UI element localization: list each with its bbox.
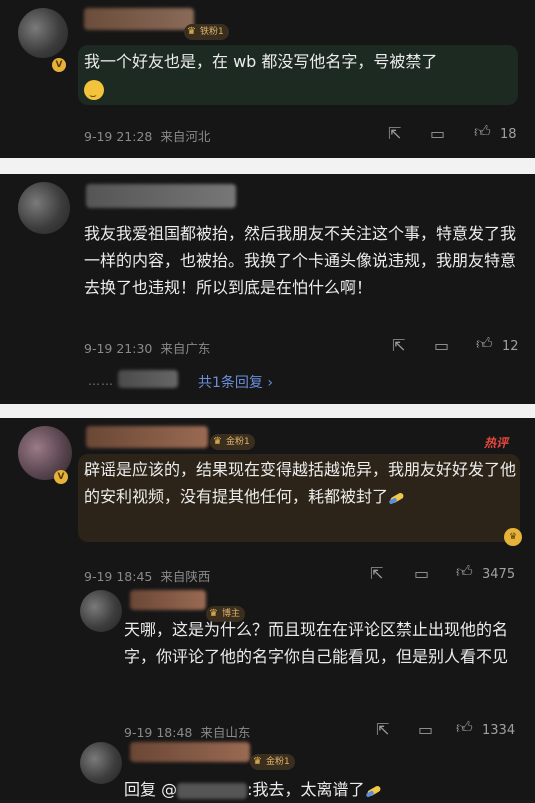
location: 来自广东: [160, 341, 211, 356]
fan-badge: 金粉1: [250, 754, 295, 770]
like-count: 3475: [482, 567, 516, 582]
reply-username-blurred[interactable]: [130, 742, 250, 762]
share-icon[interactable]: ⇱: [376, 720, 389, 739]
comment-text-content: 我一个好友也是，在 wb 都没写他名字，号被禁了: [84, 52, 438, 71]
comment-card-3: V 金粉1 热评 辟谣是应该的，结果现在变得越括越诡异，我朋友好好发了他的安利视…: [0, 418, 535, 800]
like-count: 18: [500, 127, 517, 142]
thumbs-up-icon[interactable]: 👍︎: [476, 334, 493, 354]
comment-icon[interactable]: ▭: [418, 720, 433, 739]
timestamp: 9-19 18:45: [84, 569, 153, 584]
thumbs-up-icon[interactable]: 👍︎: [456, 718, 473, 738]
comment-card-2: 我友我爱祖国都被抬，然后我朋友不关注这个事，特意发了我一样的内容，也被抬。我换了…: [0, 174, 535, 404]
comment-card-1: V 铁粉1 我一个好友也是，在 wb 都没写他名字，号被禁了 9-19 21:2…: [0, 0, 535, 158]
share-icon[interactable]: ⇱: [370, 564, 383, 583]
view-replies-link[interactable]: 共1条回复 ›: [198, 372, 273, 392]
reply-meta: 9-19 18:48 来自山东: [124, 722, 250, 741]
comment-meta: 9-19 21:28 来自河北: [84, 126, 210, 145]
location: 来自山东: [200, 725, 251, 740]
comment-text: 辟谣是应该的，结果现在变得越括越诡异，我朋友好好发了他的安利视频，没有提其他任何…: [84, 456, 518, 510]
thumbs-up-icon[interactable]: 👍︎: [456, 562, 473, 582]
reply-prefix: 回复 @: [124, 780, 178, 799]
divider: [0, 158, 535, 174]
comment-icon[interactable]: ▭: [414, 564, 429, 583]
reply-content: :我去，太离谱了: [247, 780, 365, 799]
share-icon[interactable]: ⇱: [392, 336, 405, 355]
reply-avatar[interactable]: [80, 742, 122, 784]
reply-text: 回复 @ :我去，太离谱了: [124, 776, 524, 803]
verified-badge-icon: V: [54, 470, 68, 484]
mentioned-user-blurred[interactable]: [177, 782, 248, 799]
comment-meta: 9-19 21:30 来自广东: [84, 338, 210, 357]
thumbs-up-icon[interactable]: 👍︎: [474, 122, 491, 142]
divider: [0, 404, 535, 418]
fan-badge: 金粉1: [210, 434, 255, 450]
username-blurred[interactable]: [86, 184, 236, 208]
replier-blurred: [118, 370, 178, 388]
comment-icon[interactable]: ▭: [434, 336, 449, 355]
comment-text: 我友我爱祖国都被抬，然后我朋友不关注这个事，特意发了我一样的内容，也被抬。我换了…: [84, 224, 517, 297]
location: 来自河北: [160, 129, 211, 144]
rocket-emoji-icon: [388, 491, 406, 505]
timestamp: 9-19 21:28: [84, 129, 153, 144]
comment-icon[interactable]: ▭: [430, 124, 445, 143]
comment-text-content: 辟谣是应该的，结果现在变得越括越诡异，我朋友好好发了他的安利视频，没有提其他任何…: [84, 460, 517, 506]
share-icon[interactable]: ⇱: [388, 124, 401, 143]
fan-badge: 铁粉1: [184, 24, 229, 40]
username-blurred[interactable]: [84, 8, 194, 30]
like-count: 12: [502, 339, 519, 354]
hot-comment-label: 热评: [484, 436, 509, 450]
avatar[interactable]: [18, 182, 70, 234]
timestamp: 9-19 21:30: [84, 341, 153, 356]
reply-text: 天哪，这是为什么？而且现在在评论区禁止出现他的名字，你评论了他的名字你自己能看见…: [124, 620, 509, 666]
reply-username-blurred[interactable]: [130, 590, 206, 610]
smile-emoji-icon: [84, 79, 104, 109]
avatar[interactable]: [18, 8, 68, 58]
username-blurred[interactable]: [86, 426, 208, 448]
comment-meta: 9-19 18:45 来自陕西: [84, 566, 210, 585]
reply-thread-dots: ……: [88, 374, 114, 388]
comment-text: 我一个好友也是，在 wb 都没写他名字，号被禁了: [84, 48, 514, 109]
verified-badge-icon: V: [52, 58, 66, 72]
crown-icon: ♛: [504, 528, 522, 546]
reply-avatar[interactable]: [80, 590, 122, 632]
location: 来自陕西: [160, 569, 211, 584]
timestamp: 9-19 18:48: [124, 725, 193, 740]
like-count: 1334: [482, 723, 516, 738]
rocket-emoji-icon: [365, 784, 383, 798]
